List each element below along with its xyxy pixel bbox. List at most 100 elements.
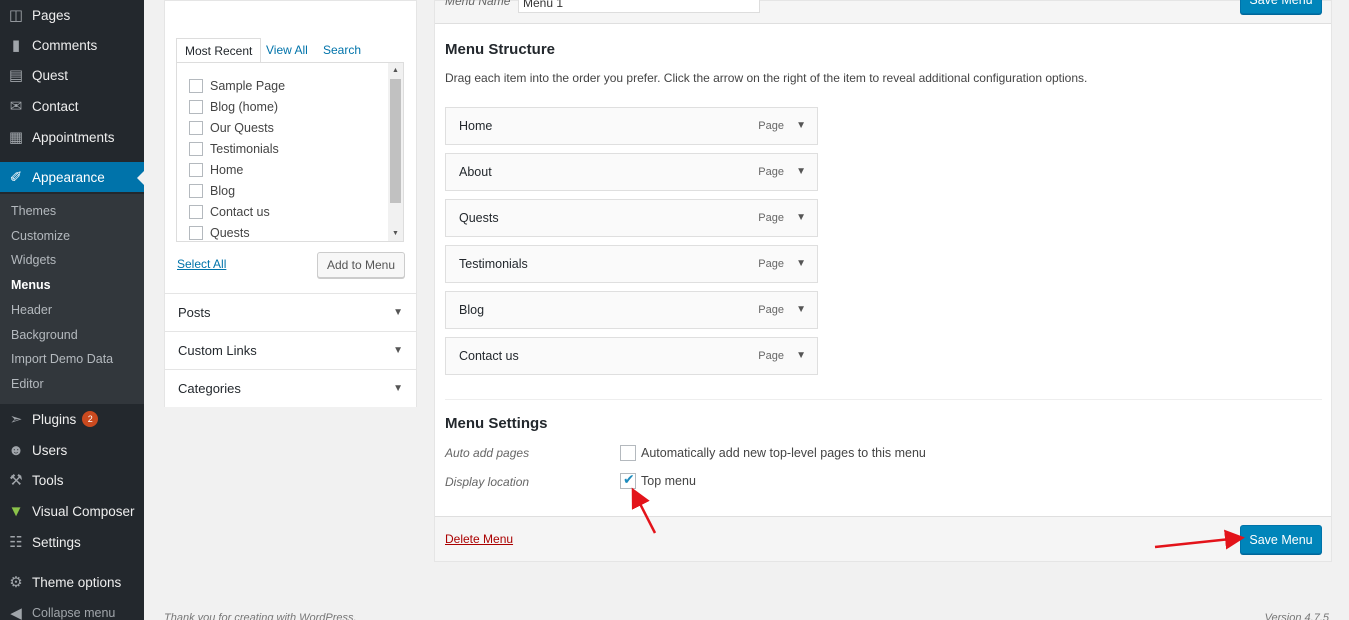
submenu-customize[interactable]: Customize	[11, 229, 70, 243]
nav-settings[interactable]: ☷ Settings	[0, 527, 144, 557]
menu-item[interactable]: Home Page ▼	[445, 107, 818, 145]
nav-appointments[interactable]: ▦ Appointments	[0, 122, 144, 152]
admin-sidebar: ◫ Pages ▮ Comments ▤ Quest ✉ Contact ▦ Appoin…	[0, 0, 144, 620]
footer-thanks: Thank you for creating with WordPress.	[164, 612, 357, 620]
list-item-label: Quests	[210, 226, 250, 240]
tab-most-recent[interactable]: Most Recent	[176, 38, 262, 63]
top-menu-checkbox[interactable]: ✔	[620, 471, 636, 489]
list-item[interactable]: Blog (home)	[189, 97, 278, 117]
auto-add-text: Automatically add new top-level pages to…	[641, 446, 926, 460]
nav-comments[interactable]: ▮ Comments	[0, 30, 144, 60]
checkbox[interactable]	[189, 163, 203, 177]
menu-settings-title: Menu Settings	[445, 415, 548, 432]
scrollbar-thumb[interactable]	[390, 79, 401, 203]
checkbox[interactable]	[189, 79, 203, 93]
chevron-down-icon[interactable]: ▼	[796, 350, 806, 361]
chevron-down-icon[interactable]: ▼	[796, 120, 806, 131]
list-item-label: Our Quests	[210, 121, 274, 135]
menu-name-input[interactable]	[518, 0, 760, 13]
save-menu-button[interactable]: Save Menu	[1240, 525, 1322, 554]
top-menu-text: Top menu	[641, 474, 696, 488]
add-to-menu-button[interactable]: Add to Menu	[317, 252, 405, 278]
comments-icon: ▮	[11, 37, 21, 54]
quest-icon: ▤	[8, 67, 24, 84]
accordion-label: Custom Links	[178, 343, 257, 358]
list-item-label: Testimonials	[210, 142, 279, 156]
nav-label: Contact	[32, 98, 79, 114]
list-item-label: Blog (home)	[210, 100, 279, 114]
checkbox[interactable]	[189, 184, 203, 198]
delete-menu-link[interactable]: Delete Menu	[445, 532, 513, 546]
pages-checklist[interactable]: Sample Page Blog (home) Our Quests Testi…	[176, 62, 404, 242]
list-item[interactable]: Our Quests	[189, 118, 274, 138]
list-item[interactable]: Quests	[189, 223, 250, 241]
menu-item-title: About	[459, 165, 492, 179]
save-menu-button-top[interactable]: Save Menu	[1240, 0, 1322, 14]
scroll-up-icon[interactable]: ▲	[388, 63, 403, 78]
menu-item-type: Page	[758, 212, 784, 224]
nav-visual-composer[interactable]: ▼ Visual Composer	[0, 496, 144, 526]
scrollbar[interactable]: ▲ ▼	[388, 63, 403, 241]
nav-theme-options[interactable]: ⚙ Theme options	[0, 567, 144, 597]
menu-footer: Delete Menu Save Menu	[435, 516, 1331, 561]
menu-item-type: Page	[758, 258, 784, 270]
menu-item[interactable]: Contact us Page ▼	[445, 337, 818, 375]
nav-tools[interactable]: ⚒ Tools	[0, 465, 144, 495]
nav-label: Tools	[32, 472, 64, 488]
submenu-background[interactable]: Background	[11, 328, 78, 342]
chevron-down-icon[interactable]: ▼	[796, 304, 806, 315]
menu-item[interactable]: Quests Page ▼	[445, 199, 818, 237]
list-item-label: Blog	[210, 184, 236, 198]
nav-quest[interactable]: ▤ Quest	[0, 60, 144, 90]
menu-item[interactable]: About Page ▼	[445, 153, 818, 191]
menu-item-title: Testimonials	[459, 257, 528, 271]
list-item[interactable]: Sample Page	[189, 76, 285, 96]
submenu-import-demo-data[interactable]: Import Demo Data	[11, 352, 113, 366]
add-menu-items-panel: Most Recent View All Search Sample Page …	[164, 0, 417, 407]
tab-view-all[interactable]: View All	[258, 38, 316, 63]
auto-add-checkbox[interactable]	[620, 445, 636, 461]
chevron-down-icon[interactable]: ▼	[796, 212, 806, 223]
submenu-themes[interactable]: Themes	[11, 204, 56, 218]
submenu-menus[interactable]: Menus	[11, 278, 51, 292]
checkbox[interactable]	[189, 142, 203, 156]
list-item[interactable]: Home	[189, 160, 243, 180]
select-all-link[interactable]: Select All	[177, 257, 226, 271]
submenu-header[interactable]: Header	[11, 303, 52, 317]
menu-item-type: Page	[758, 120, 784, 132]
footer-version: Version 4.7.5	[1264, 612, 1329, 620]
nav-users[interactable]: ☻ Users	[0, 435, 144, 465]
menu-item-type: Page	[758, 304, 784, 316]
mail-icon: ✉	[9, 98, 23, 115]
visual-composer-icon: ▼	[8, 502, 24, 520]
accordion-posts[interactable]: Posts ▼	[165, 293, 416, 331]
chevron-down-icon: ▼	[393, 307, 403, 318]
scroll-down-icon[interactable]: ▼	[388, 226, 403, 241]
menu-item[interactable]: Testimonials Page ▼	[445, 245, 818, 283]
accordion-label: Categories	[178, 381, 241, 396]
accordion-custom-links[interactable]: Custom Links ▼	[165, 331, 416, 369]
list-item[interactable]: Testimonials	[189, 139, 279, 159]
chevron-down-icon[interactable]: ▼	[796, 166, 806, 177]
nav-plugins[interactable]: ➣ Plugins 2	[0, 404, 144, 434]
menu-item[interactable]: Blog Page ▼	[445, 291, 818, 329]
submenu-editor[interactable]: Editor	[11, 377, 44, 391]
calendar-icon: ▦	[8, 129, 24, 146]
accordion-categories[interactable]: Categories ▼	[165, 369, 416, 407]
nav-collapse-menu[interactable]: ◀ Collapse menu	[0, 598, 144, 620]
checkbox[interactable]	[189, 205, 203, 219]
checkbox[interactable]	[189, 100, 203, 114]
tab-search[interactable]: Search	[315, 38, 369, 63]
auto-add-label: Auto add pages	[445, 446, 530, 460]
checkbox[interactable]	[189, 121, 203, 135]
chevron-down-icon[interactable]: ▼	[796, 258, 806, 269]
checkbox[interactable]	[189, 226, 203, 240]
nav-contact[interactable]: ✉ Contact	[0, 91, 144, 121]
submenu-widgets[interactable]: Widgets	[11, 253, 56, 267]
list-item[interactable]: Contact us	[189, 202, 270, 222]
menu-name-label: Menu Name	[445, 0, 511, 8]
nav-label: Appointments	[32, 129, 115, 145]
list-item[interactable]: Blog	[189, 181, 235, 201]
nav-pages[interactable]: ◫ Pages	[0, 0, 144, 30]
nav-appearance[interactable]: ✐ Appearance	[0, 162, 144, 192]
